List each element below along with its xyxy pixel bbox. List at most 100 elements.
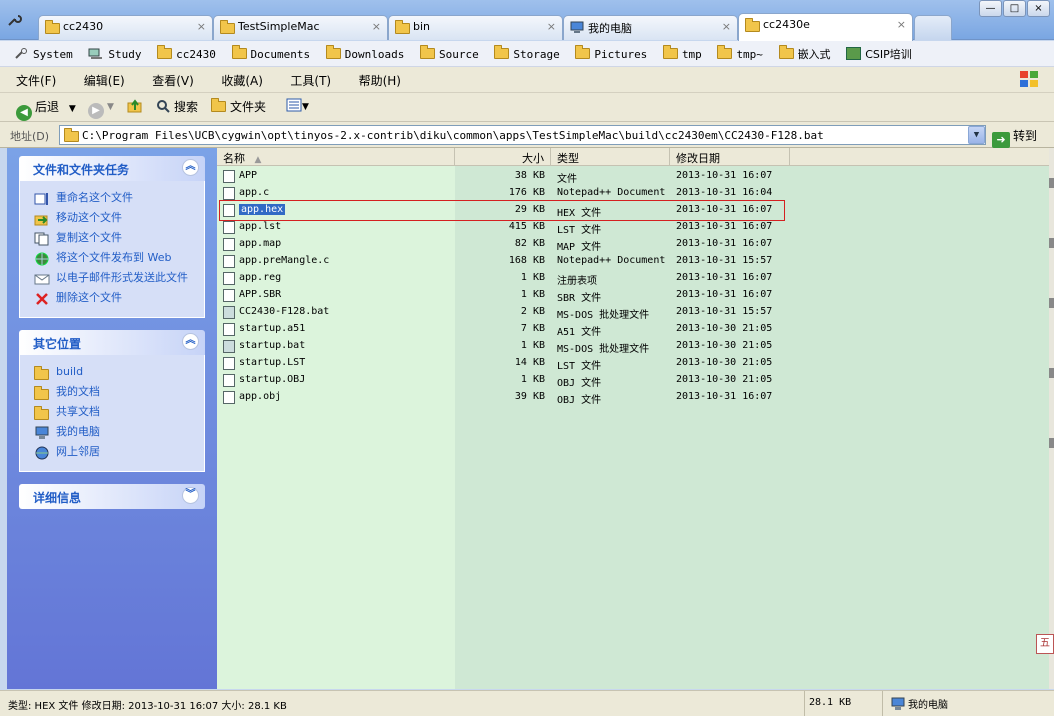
close-icon[interactable]: × [547,20,556,33]
minimize-button[interactable]: — [979,0,1002,17]
collapse-icon[interactable]: ︽ [182,159,199,176]
close-icon[interactable]: × [722,20,731,33]
bookmark-csip[interactable]: CSIP培训 [842,41,917,65]
file-row[interactable]: app.obj 39 KB OBJ 文件 2013-10-31 16:07 [217,389,1049,406]
tab-bin[interactable]: bin × [388,15,563,40]
bookmark-documents[interactable]: Documents [228,43,316,67]
details-header[interactable]: 详细信息 ︾ [19,484,205,509]
task-delete[interactable]: 删除这个文件 [32,289,200,309]
folders-button[interactable]: 文件夹 [211,98,266,115]
bookmark-label: 嵌入式 [797,48,831,61]
back-button[interactable]: ◀ 后退 ▼ [16,98,76,121]
bookmark-tmp[interactable]: tmp [659,43,707,67]
file-tasks-header[interactable]: 文件和文件夹任务 ︽ [19,156,205,181]
address-dropdown-button[interactable]: ▼ [968,126,985,144]
search-icon [156,99,171,117]
bookmark-pictures[interactable]: Pictures [571,43,652,67]
menu-favorites[interactable]: 收藏(A) [205,67,271,89]
address-bar: 地址(D) C:\Program Files\UCB\cygwin\opt\ti… [0,122,1054,148]
bookmark-system[interactable]: System [0,43,78,67]
folder-icon [64,128,79,142]
file-row[interactable]: CC2430-F128.bat 2 KB MS-DOS 批处理文件 2013-10-3… [217,304,1049,321]
folder-icon [745,18,760,32]
search-button[interactable]: 搜索 [156,98,198,117]
maximize-button[interactable]: □ [1003,0,1026,17]
collapse-icon[interactable]: ︽ [182,333,199,350]
close-button[interactable]: × [1027,0,1050,17]
place-network[interactable]: 网上邻居 [32,443,200,463]
task-publish-web[interactable]: 将这个文件发布到 Web [32,249,200,269]
file-icon [223,323,235,336]
column-type[interactable]: 类型 [551,148,670,166]
column-modified[interactable]: 修改日期 [670,148,790,166]
place-my-computer[interactable]: 我的电脑 [32,423,200,443]
folder-icon [494,45,510,59]
file-row[interactable]: APP 38 KB 文件 2013-10-31 16:07 [217,168,1049,185]
place-label: 我的文档 [56,385,100,398]
new-tab-button[interactable] [914,15,952,40]
folder-icon [575,45,591,59]
bookmark-embedded[interactable]: 嵌入式 [775,41,836,65]
menu-edit[interactable]: 编辑(E) [68,67,133,89]
column-name[interactable]: 名称 ▲ [217,148,455,166]
file-row[interactable]: app.reg 1 KB 注册表项 2013-10-31 16:07 [217,270,1049,287]
file-modified: 2013-10-30 21:05 [676,374,773,385]
tab-label: bin [413,20,431,33]
menu-view[interactable]: 查看(V) [136,67,202,89]
close-icon[interactable]: × [372,20,381,33]
folder-icon [34,406,49,420]
bookmark-source[interactable]: Source [416,43,484,67]
file-row[interactable]: startup.bat 1 KB MS-DOS 批处理文件 2013-10-30 21… [217,338,1049,355]
column-label: 名称 [223,152,245,165]
task-rename[interactable]: 重命名这个文件 [32,189,200,209]
bookmark-downloads[interactable]: Downloads [322,43,410,67]
tab-cc2430[interactable]: cc2430 × [38,15,213,40]
file-list: 名称 ▲ 大小 类型 修改日期 APP 38 KB 文件 2013-10-31 16:… [217,148,1049,689]
forward-button[interactable]: ▶ ▼ [88,98,114,119]
bookmark-tmp-tilde[interactable]: tmp~ [713,43,768,67]
file-row[interactable]: startup.OBJ 1 KB OBJ 文件 2013-10-30 21:05 [217,372,1049,389]
close-icon[interactable]: × [897,18,906,31]
expand-icon[interactable]: ︾ [182,487,199,504]
place-my-documents[interactable]: 我的文档 [32,383,200,403]
file-row[interactable]: app.map 82 KB MAP 文件 2013-10-31 16:07 [217,236,1049,253]
tab-my-computer[interactable]: 我的电脑 × [563,15,738,40]
bookmark-study[interactable]: Study [84,43,146,67]
menu-tools[interactable]: 工具(T) [274,67,339,89]
file-row[interactable]: APP.SBR 1 KB SBR 文件 2013-10-31 16:07 [217,287,1049,304]
chevron-down-icon[interactable]: ▼ [69,104,76,114]
folder-icon [45,20,60,34]
menu-help[interactable]: 帮助(H) [343,67,409,89]
chevron-down-icon[interactable]: ▼ [302,102,309,112]
tab-testsimplemac[interactable]: TestSimpleMac × [213,15,388,40]
bookmark-label: Documents [250,48,311,61]
file-size: 14 KB [514,357,545,368]
task-move[interactable]: 移动这个文件 [32,209,200,229]
file-row[interactable]: app.lst 415 KB LST 文件 2013-10-31 16:07 [217,219,1049,236]
place-shared-documents[interactable]: 共享文档 [32,403,200,423]
views-button[interactable]: ▼ [286,98,309,115]
menu-file[interactable]: 文件(F) [0,67,64,89]
task-copy[interactable]: 复制这个文件 [32,229,200,249]
other-places-header[interactable]: 其它位置 ︽ [19,330,205,355]
file-row[interactable]: startup.a51 7 KB A51 文件 2013-10-30 21:05 [217,321,1049,338]
file-name: app.preMangle.c [239,255,330,266]
file-row[interactable]: app.preMangle.c 168 KB Notepad++ Document 2… [217,253,1049,270]
tab-cc2430e[interactable]: cc2430e × [738,13,913,41]
file-type: SBR 文件 [557,293,602,304]
go-button[interactable]: ➜ 转到 [992,127,1037,148]
side-tag[interactable]: 五 [1036,634,1054,654]
close-icon[interactable]: × [197,20,206,33]
file-type: LST 文件 [557,225,602,236]
column-size[interactable]: 大小 [455,148,551,166]
bookmark-storage[interactable]: Storage [490,43,564,67]
task-email[interactable]: 以电子邮件形式发送此文件 [32,269,200,289]
file-row[interactable]: startup.LST 14 KB LST 文件 2013-10-30 21:05 [217,355,1049,372]
chevron-down-icon[interactable]: ▼ [107,102,114,112]
bookmark-cc2430[interactable]: cc2430 [153,43,221,67]
up-folder-button[interactable] [127,98,143,117]
computer-icon [34,426,50,440]
wrench-icon[interactable] [6,12,28,30]
address-input[interactable]: C:\Program Files\UCB\cygwin\opt\tinyos-2… [59,125,986,145]
place-build[interactable]: build [32,363,200,383]
